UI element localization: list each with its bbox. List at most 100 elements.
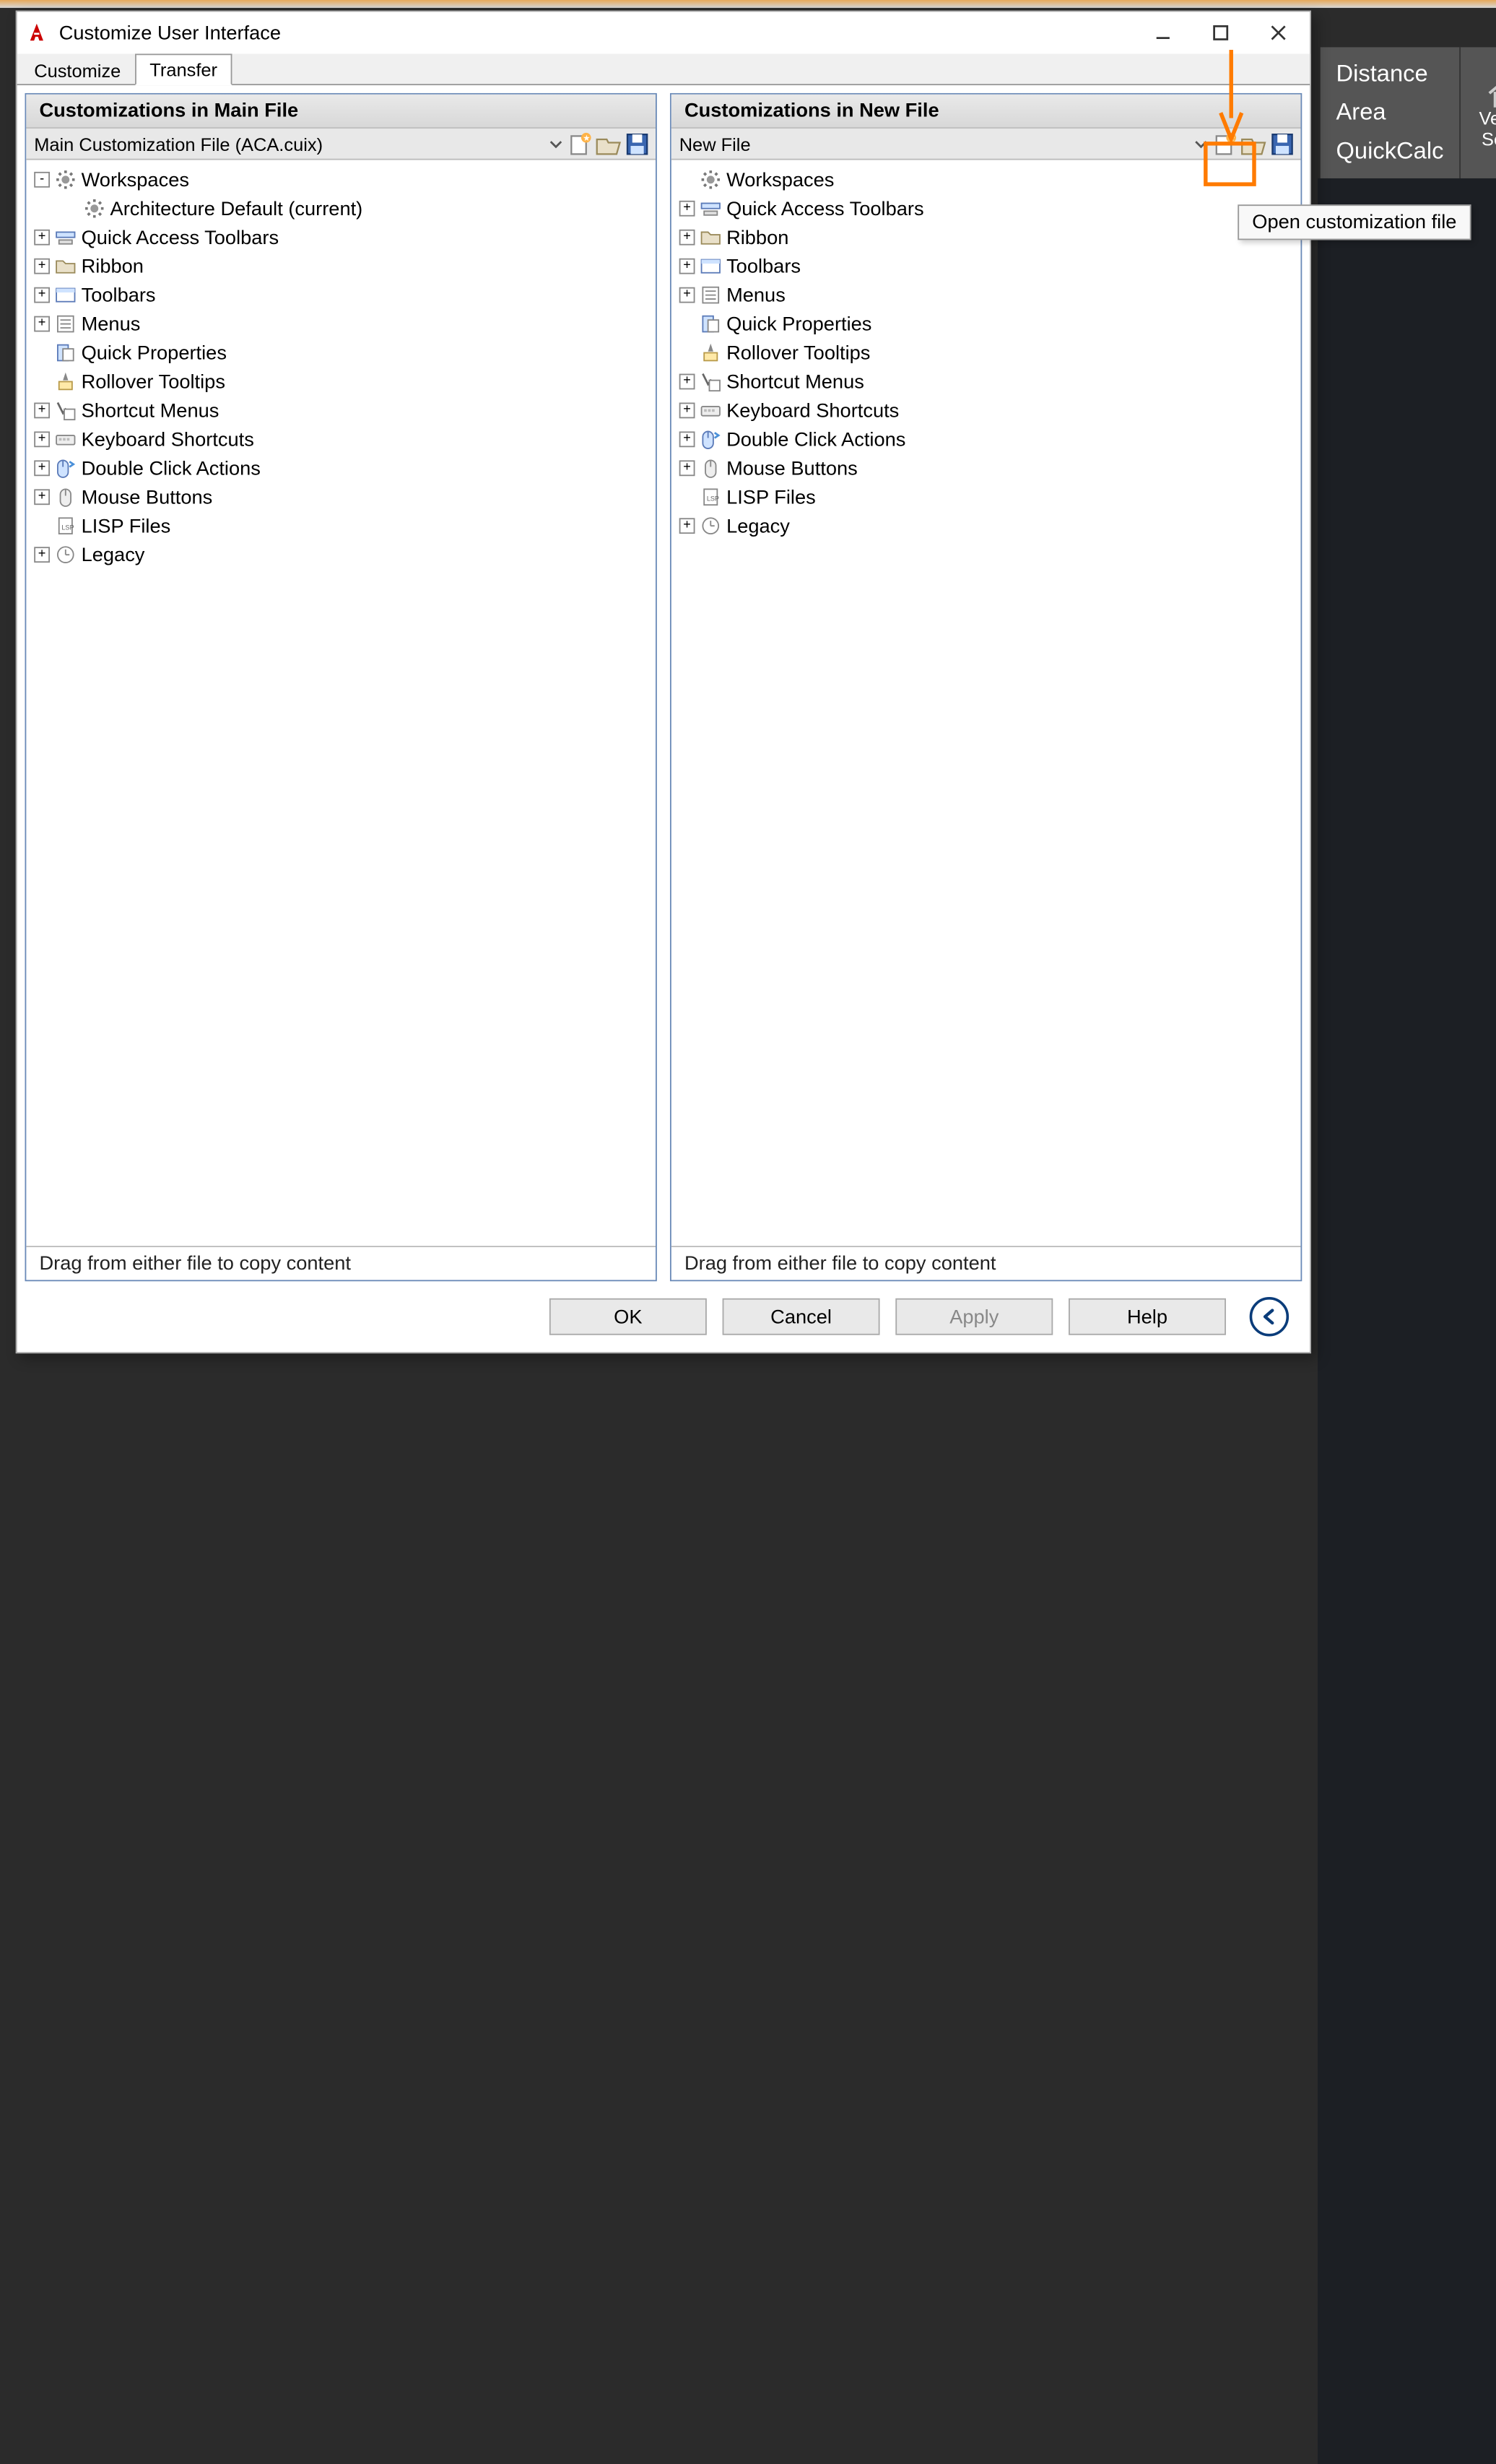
combo-main-file[interactable]: Main Customization File (ACA.cuix)	[32, 133, 546, 154]
tree-node-label: Shortcut Menus	[82, 399, 219, 422]
expand-icon[interactable]: +	[34, 287, 50, 303]
tree-node[interactable]: + Mouse Buttons	[674, 454, 1297, 482]
tree-node[interactable]: +Toolbars	[674, 252, 1297, 281]
expand-icon[interactable]: +	[679, 403, 695, 419]
ribbon-cmd-quickcalc[interactable]: QuickCalc	[1336, 137, 1444, 165]
expand-icon[interactable]: +	[34, 403, 50, 419]
tree-node-label: Keyboard Shortcuts	[726, 399, 899, 422]
expand-icon[interactable]: +	[34, 489, 50, 505]
tree-node-label: Mouse Buttons	[726, 457, 858, 480]
tree-node[interactable]: LISP Files	[29, 511, 653, 540]
tabstrip: Customize Transfer	[17, 53, 1310, 85]
save-file-button-new[interactable]	[1269, 131, 1295, 157]
ok-button[interactable]: OK	[549, 1298, 707, 1335]
rtip-icon	[700, 342, 721, 363]
drawing-area[interactable]	[1318, 178, 1496, 2464]
tree-node-label: Ribbon	[726, 226, 788, 248]
tree-node[interactable]: + Double Click Actions	[674, 425, 1297, 454]
cancel-button[interactable]: Cancel	[723, 1298, 880, 1335]
open-file-button-main[interactable]	[595, 131, 621, 157]
tree-node[interactable]: + Ribbon	[674, 223, 1297, 252]
close-button[interactable]	[1255, 16, 1302, 50]
expand-icon[interactable]: +	[679, 460, 695, 476]
dclick-icon	[55, 458, 76, 479]
save-file-button-main[interactable]	[624, 131, 650, 157]
chevron-down-icon[interactable]	[548, 136, 564, 152]
tree-node[interactable]: Rollover Tooltips	[674, 339, 1297, 368]
maximize-button[interactable]	[1197, 16, 1244, 50]
tree-node[interactable]: + Toolbars	[29, 281, 653, 310]
tree-node[interactable]: -Workspaces	[29, 165, 653, 194]
expand-icon[interactable]: +	[34, 460, 50, 476]
tree-node-label: Keyboard Shortcuts	[82, 428, 254, 451]
expand-icon[interactable]: +	[679, 230, 695, 246]
tree-node-label: Toolbars	[82, 284, 156, 306]
new-file-button-main[interactable]	[567, 131, 593, 157]
tree-node-label: Legacy	[726, 515, 790, 537]
expander-spacer	[34, 518, 50, 534]
window-title: Customize User Interface	[59, 22, 1129, 44]
tree-node[interactable]: Architecture Default (current)	[29, 194, 653, 223]
tab-customize[interactable]: Customize	[19, 55, 135, 85]
expand-icon[interactable]: +	[34, 259, 50, 274]
tree-node-label: Quick Properties	[82, 342, 227, 364]
pane-header-main: Customizations in Main File	[26, 95, 656, 129]
expand-icon[interactable]: +	[34, 431, 50, 447]
tree-node[interactable]: +Quick Access Toolbars	[674, 194, 1297, 223]
tree-node[interactable]: + Quick Access Toolbars	[29, 223, 653, 252]
expand-icon[interactable]: +	[679, 431, 695, 447]
gear-icon	[700, 169, 721, 190]
tree-node[interactable]: + Legacy	[674, 511, 1297, 540]
tree-new[interactable]: Workspaces+Quick Access Toolbars+Ribbon+…	[671, 160, 1301, 1246]
tree-node[interactable]: Quick Properties	[674, 310, 1297, 339]
expand-icon[interactable]: +	[679, 374, 695, 390]
expand-icon[interactable]: +	[34, 316, 50, 332]
tree-node[interactable]: +Menus	[674, 281, 1297, 310]
tree-main[interactable]: -WorkspacesArchitecture Default (current…	[26, 160, 656, 1246]
tree-node-label: LISP Files	[726, 486, 816, 508]
ribbon-cmd-distance[interactable]: Distance	[1336, 61, 1444, 88]
kbd-icon	[700, 400, 721, 421]
folder-icon	[55, 256, 76, 277]
tree-node[interactable]: + Shortcut Menus	[29, 396, 653, 425]
help-button[interactable]: Help	[1069, 1298, 1226, 1335]
tree-node[interactable]: + Mouse Buttons	[29, 482, 653, 511]
menu-icon	[700, 285, 721, 305]
tree-node-label: Ribbon	[82, 255, 144, 277]
collapse-button[interactable]	[1250, 1297, 1289, 1336]
rtip-icon	[55, 371, 76, 392]
expand-icon[interactable]: +	[679, 201, 695, 217]
tree-node-label: Rollover Tooltips	[82, 370, 225, 393]
titlebar[interactable]: Customize User Interface	[17, 12, 1310, 53]
pane-header-new: Customizations in New File	[671, 95, 1301, 129]
tree-node[interactable]: Quick Properties	[29, 339, 653, 368]
tree-node[interactable]: +Double Click Actions	[29, 454, 653, 482]
expand-icon[interactable]: +	[679, 518, 695, 534]
expand-icon[interactable]: +	[679, 259, 695, 274]
tree-node[interactable]: +Menus	[29, 310, 653, 339]
expander-spacer	[679, 172, 695, 188]
tree-node-label: Double Click Actions	[726, 428, 905, 451]
tooltip-open-file: Open customization file	[1238, 204, 1471, 240]
tree-node-label: Quick Access Toolbars	[82, 226, 279, 248]
expand-icon[interactable]: +	[34, 547, 50, 563]
tab-transfer[interactable]: Transfer	[135, 53, 232, 85]
tree-node-label: Shortcut Menus	[726, 370, 864, 393]
tree-node-label: Mouse Buttons	[82, 486, 213, 508]
collapse-icon[interactable]: -	[34, 172, 50, 188]
tree-node[interactable]: + Ribbon	[29, 252, 653, 281]
annotation-arrow	[1217, 50, 1245, 144]
tree-node[interactable]: Rollover Tooltips	[29, 367, 653, 396]
tree-node[interactable]: LISP Files	[674, 482, 1297, 511]
tree-node[interactable]: + Keyboard Shortcuts	[29, 425, 653, 454]
tree-node[interactable]: + Keyboard Shortcuts	[674, 396, 1297, 425]
minimize-button[interactable]	[1139, 16, 1186, 50]
combo-new-file[interactable]: New File	[677, 133, 1191, 154]
expander-spacer	[34, 345, 50, 361]
ribbon-cmd-area[interactable]: Area	[1336, 99, 1444, 126]
tree-node-label: Quick Properties	[726, 313, 871, 335]
tree-node[interactable]: +Legacy	[29, 540, 653, 569]
expand-icon[interactable]: +	[679, 287, 695, 303]
tree-node[interactable]: + Shortcut Menus	[674, 367, 1297, 396]
expand-icon[interactable]: +	[34, 230, 50, 246]
